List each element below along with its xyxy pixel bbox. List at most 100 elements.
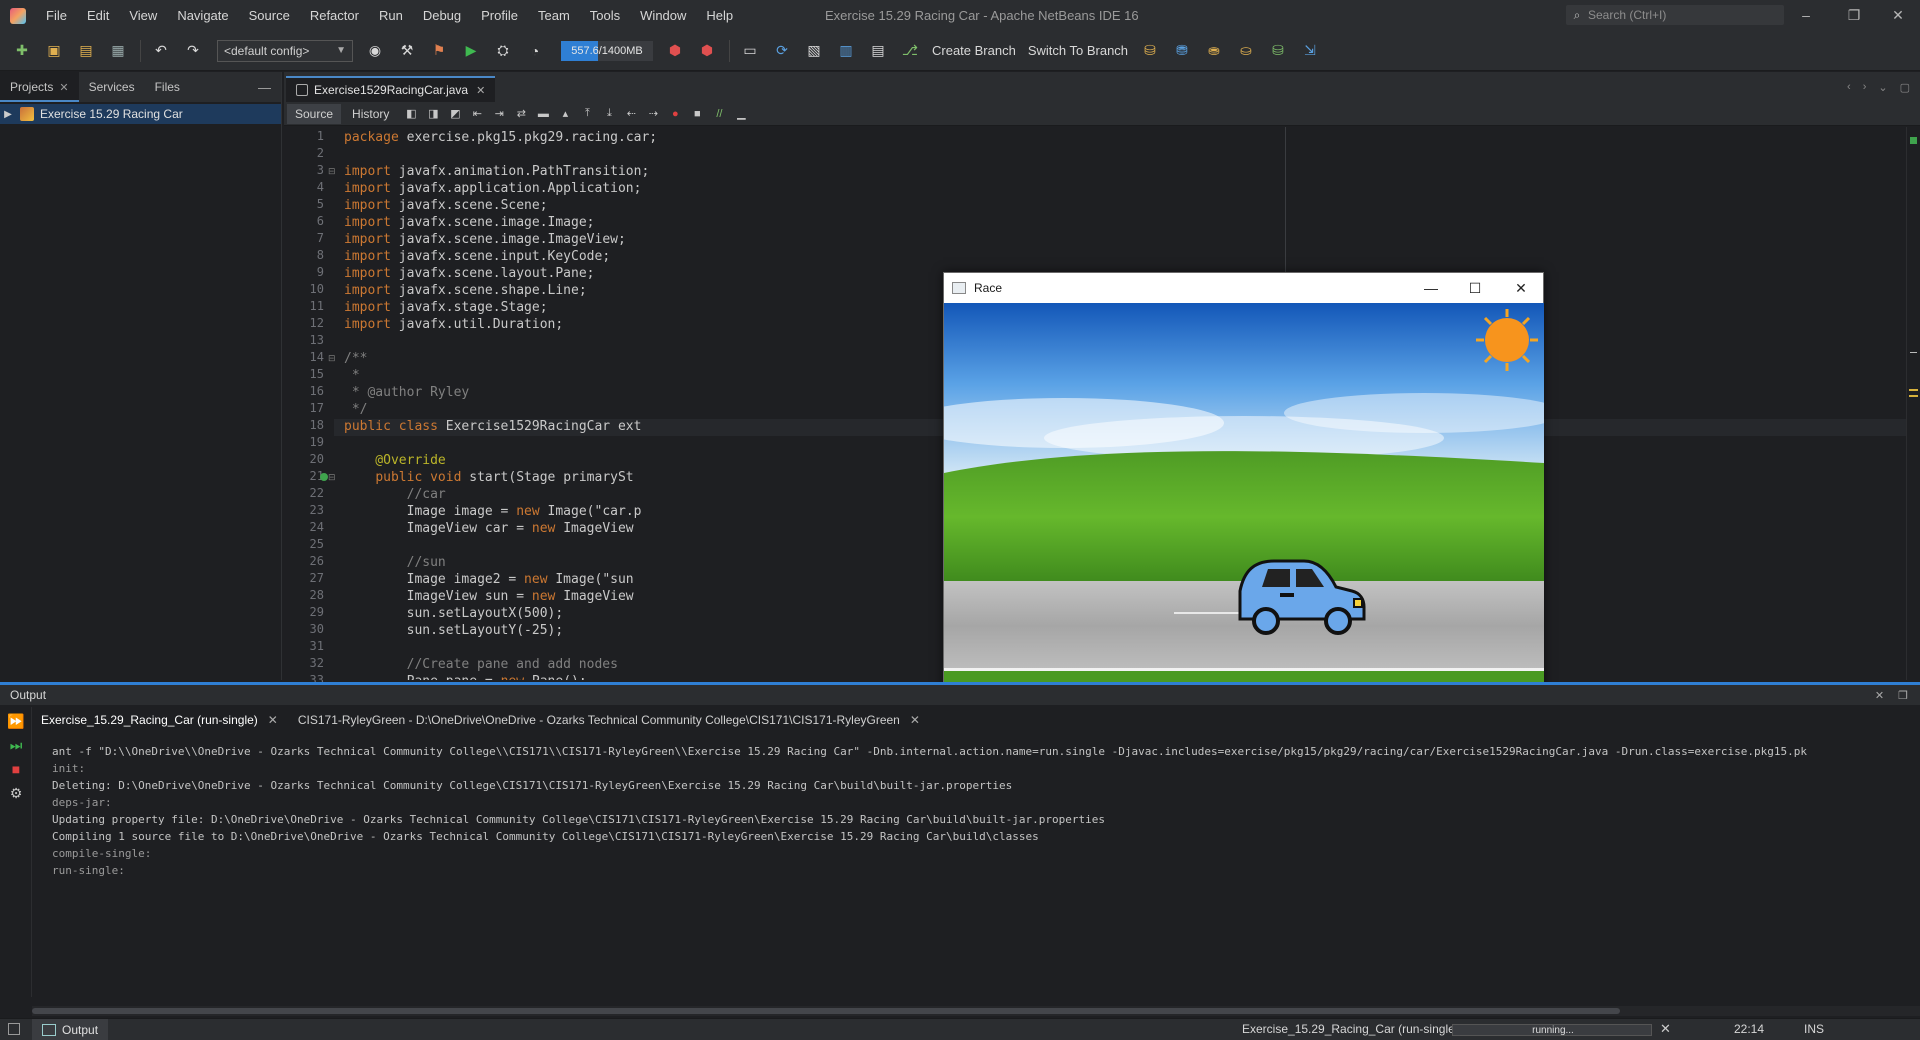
menu-view[interactable]: View	[119, 8, 167, 23]
tab-history[interactable]: History	[344, 104, 397, 124]
menu-tools[interactable]: Tools	[580, 8, 630, 23]
git-export-button[interactable]: ⇲	[1298, 39, 1322, 63]
tab-files[interactable]: Files	[145, 72, 190, 102]
notifications-icon[interactable]	[8, 1023, 20, 1035]
git-commit-button[interactable]: ▧	[802, 39, 826, 63]
output-log[interactable]: ant -f "D:\\OneDrive\\OneDrive - Ozarks …	[52, 743, 1908, 879]
close-icon[interactable]: ✕	[910, 713, 920, 727]
forward-icon[interactable]: ◩	[447, 106, 463, 122]
menu-debug[interactable]: Debug	[413, 8, 471, 23]
shift-left-icon[interactable]: ⇠	[623, 106, 639, 122]
error-stripe-mark[interactable]	[1909, 395, 1918, 397]
create-branch-icon-button[interactable]: ⎇	[898, 39, 922, 63]
open-project-button[interactable]: ▤	[74, 39, 98, 63]
override-marker-icon[interactable]	[320, 473, 328, 481]
switch-branch-button[interactable]: Switch To Branch	[1028, 43, 1128, 58]
start-macro-icon[interactable]: ●	[667, 106, 683, 122]
search-input[interactable]: ⌕ Search (Ctrl+I)	[1566, 5, 1784, 25]
output-tab-run[interactable]: Exercise_15.29_Racing_Car (run-single) ✕	[31, 708, 288, 732]
git-history-button[interactable]: ▤	[866, 39, 890, 63]
git-diff-button[interactable]: ▭	[738, 39, 762, 63]
clean-build-button[interactable]: ⚑	[427, 39, 451, 63]
git-push-button[interactable]: ▥	[834, 39, 858, 63]
tab-source[interactable]: Source	[287, 103, 342, 124]
shift-right-icon[interactable]: ⇢	[645, 106, 661, 122]
last-edit-icon[interactable]: ◧	[403, 106, 419, 122]
new-project-button[interactable]: ▣	[42, 39, 66, 63]
redo-button[interactable]: ↷	[181, 39, 205, 63]
chevron-left-icon[interactable]: ‹	[1847, 81, 1851, 93]
menu-navigate[interactable]: Navigate	[167, 8, 238, 23]
git-rebase-button[interactable]: ⛀	[1234, 39, 1258, 63]
rerun-button[interactable]: ⏩	[6, 711, 26, 731]
gc-button[interactable]: ⬢	[663, 39, 687, 63]
undo-button[interactable]: ↶	[149, 39, 173, 63]
find-next-icon[interactable]: ⇥	[491, 106, 507, 122]
menu-refactor[interactable]: Refactor	[300, 8, 369, 23]
tab-projects[interactable]: Projects ✕	[0, 72, 79, 102]
menu-edit[interactable]: Edit	[77, 8, 119, 23]
chevron-down-icon[interactable]: ⌄	[1878, 81, 1887, 94]
new-file-button[interactable]: ✚	[10, 39, 34, 63]
stop-button[interactable]: ■	[6, 759, 26, 779]
git-fetch-button[interactable]: ⟳	[770, 39, 794, 63]
stop-macro-icon[interactable]: ■	[689, 106, 705, 122]
run-button[interactable]: ▶	[459, 39, 483, 63]
scrollbar-thumb[interactable]	[32, 1008, 1620, 1014]
project-tree-item[interactable]: ▶ Exercise 15.29 Racing Car	[0, 104, 281, 124]
rerun-with-args-button[interactable]: ⏭	[6, 735, 26, 755]
next-bookmark-icon[interactable]: ⤓	[601, 106, 617, 122]
float-output-button[interactable]: ❐	[1898, 689, 1908, 702]
chevron-right-icon[interactable]: ▶	[0, 109, 16, 120]
config-select[interactable]: <default config> ▼	[217, 39, 353, 62]
target-button[interactable]: ◉	[363, 39, 387, 63]
back-icon[interactable]: ◨	[425, 106, 441, 122]
output-toggle-button[interactable]: Output	[32, 1018, 109, 1040]
race-minimize-button[interactable]: —	[1408, 273, 1454, 303]
output-horizontal-scrollbar[interactable]	[32, 1006, 1920, 1016]
race-close-button[interactable]: ✕	[1498, 273, 1544, 303]
git-merge-button[interactable]: ⛁	[1138, 39, 1162, 63]
close-icon[interactable]: ✕	[59, 82, 68, 94]
find-previous-icon[interactable]: ⇤	[469, 106, 485, 122]
create-branch-button[interactable]: Create Branch	[932, 43, 1016, 58]
cancel-task-button[interactable]: ✕	[1660, 1021, 1671, 1037]
gc-all-button[interactable]: ⬢	[695, 39, 719, 63]
memory-usage-bar[interactable]: 557.6/1400MB	[561, 40, 653, 61]
error-stripe-mark[interactable]	[1910, 352, 1917, 353]
toggle-highlight-icon[interactable]: ▬	[535, 106, 551, 122]
editor-tab-file[interactable]: Exercise1529RacingCar.java ✕	[286, 76, 496, 102]
profile-button[interactable]: ◔	[523, 39, 547, 63]
menu-file[interactable]: File	[36, 8, 77, 23]
chevron-right-icon[interactable]: ›	[1863, 81, 1867, 93]
menu-source[interactable]: Source	[239, 8, 300, 23]
git-stash-button[interactable]: ⛂	[1202, 39, 1226, 63]
close-icon[interactable]: ✕	[268, 713, 278, 727]
output-tab-project[interactable]: CIS171-RyleyGreen - D:\OneDrive\OneDrive…	[288, 708, 930, 732]
git-reset-button[interactable]: ⛁	[1266, 39, 1290, 63]
toggle-bookmark-icon[interactable]: ▴	[557, 106, 573, 122]
menu-window[interactable]: Window	[630, 8, 696, 23]
previous-bookmark-icon[interactable]: ⤒	[579, 106, 595, 122]
menu-run[interactable]: Run	[369, 8, 413, 23]
error-stripe[interactable]	[1906, 127, 1920, 680]
minimize-panel-button[interactable]: —	[258, 80, 271, 95]
uncomment-icon[interactable]: ▁	[733, 106, 749, 122]
close-window-button[interactable]: ✕	[1878, 4, 1918, 26]
race-maximize-button[interactable]: ☐	[1452, 273, 1498, 303]
insert-mode[interactable]: INS	[1804, 1022, 1824, 1036]
close-icon[interactable]: ✕	[476, 84, 485, 97]
menu-team[interactable]: Team	[528, 8, 580, 23]
build-button[interactable]: ⚒	[395, 39, 419, 63]
tab-services[interactable]: Services	[79, 72, 145, 102]
settings-button[interactable]: ⚙	[6, 783, 26, 803]
menu-profile[interactable]: Profile	[471, 8, 528, 23]
error-stripe-mark[interactable]	[1909, 389, 1918, 391]
menu-help[interactable]: Help	[696, 8, 743, 23]
restore-window-button[interactable]: ❐	[1834, 4, 1874, 26]
minimize-window-button[interactable]: –	[1786, 4, 1826, 26]
debug-button[interactable]: ⛭	[491, 39, 515, 63]
maximize-icon[interactable]: ▢	[1900, 81, 1910, 94]
task-progress-bar[interactable]: running...	[1452, 1024, 1652, 1036]
git-pull-button[interactable]: ⛃	[1170, 39, 1194, 63]
